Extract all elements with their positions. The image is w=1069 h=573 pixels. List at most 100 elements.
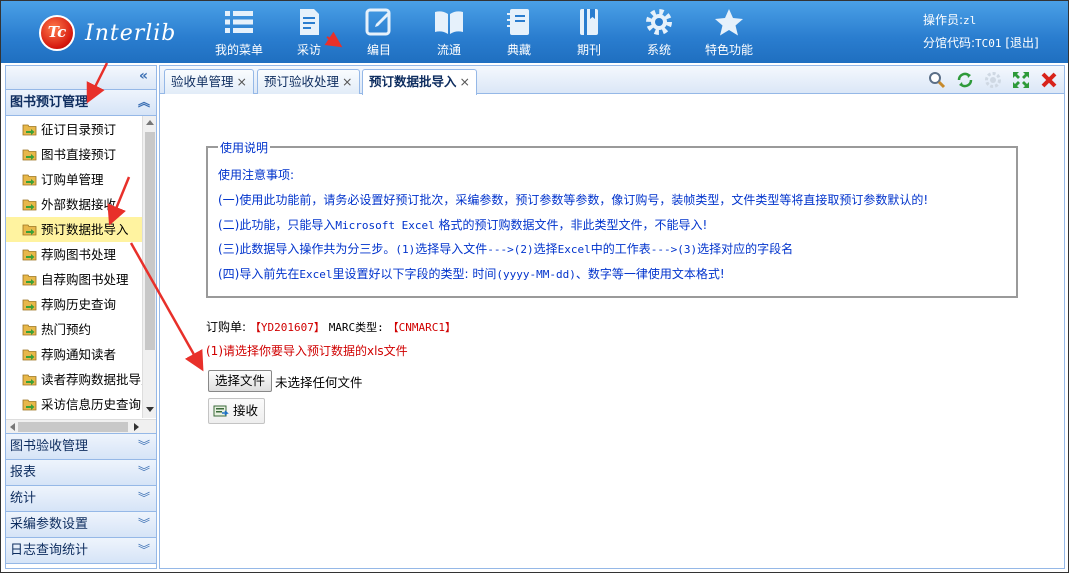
instructions-heading: 使用注意事项: (218, 168, 295, 182)
sidebar-menu-item[interactable]: 自荐购图书处理 (6, 267, 156, 292)
sidebar-menu-item[interactable]: 荐购历史查询 (6, 292, 156, 317)
nav-label: 采访 (296, 43, 321, 57)
folder-arrow-icon (22, 349, 37, 361)
instruction-1: (一)使用此功能前，请务必设置好预订批次，采编参数，预订参数等参数，像订购号，装… (218, 193, 929, 207)
panel-title: 采编参数设置 (10, 517, 89, 532)
instruction-2: (二)此功能，只能导入Microsoft Excel 格式的预订购数据文件，非此… (218, 218, 708, 232)
vertical-scrollbar[interactable] (142, 116, 156, 418)
nav-special-features[interactable]: 特色功能 (699, 7, 759, 61)
sidebar-menu-label: 采访信息历史查询 (41, 397, 142, 412)
tab-preorder-acceptance[interactable]: 预订验收处理 × (257, 69, 360, 94)
scrollbar-thumb[interactable] (18, 422, 128, 432)
tab-close-icon[interactable]: × (460, 74, 470, 89)
choose-file-button[interactable]: 选择文件 (208, 370, 273, 392)
nav-label: 我的菜单 (214, 43, 263, 57)
sidebar-menu-item[interactable]: 订购单管理 (6, 167, 156, 192)
folder-arrow-icon (22, 124, 37, 136)
sidebar-menu-item[interactable]: 荐购通知读者 (6, 342, 156, 367)
tab-label: 预订数据批导入 (369, 74, 457, 89)
folder-arrow-icon (22, 399, 37, 411)
instructions-box: 使用说明 使用注意事项: (一)使用此功能前，请务必设置好预订批次，采编参数，预… (206, 139, 1018, 298)
sidebar-menu-label: 外部数据接收 (41, 197, 117, 212)
folder-arrow-icon (22, 174, 37, 186)
maximize-icon[interactable] (1012, 71, 1030, 89)
app-header: Tc Interlib 我的菜单 采访 编目 流通 典藏 期刊 系统 特色功能 … (1, 1, 1068, 63)
file-picker: 选择文件 未选择任何文件 (208, 370, 363, 392)
panel-book-preorder-management[interactable]: 图书预订管理 ︽ (6, 90, 156, 116)
search-icon[interactable] (928, 71, 946, 89)
nav-holdings[interactable]: 典藏 (489, 7, 549, 61)
edit-icon (365, 8, 391, 36)
branch-label: 分馆代码: (923, 36, 976, 50)
panel-title: 报表 (10, 465, 37, 480)
folder-arrow-icon (22, 224, 37, 236)
sidebar-menu-label: 读者荐购数据批导入 (41, 372, 154, 387)
chevron-down-icon: ︾ (137, 465, 150, 479)
panel-title: 统计 (10, 491, 37, 506)
file-status: 未选择任何文件 (275, 374, 363, 390)
sidebar-menu-item[interactable]: 荐购图书处理 (6, 242, 156, 267)
receive-icon (213, 405, 229, 417)
panel-title: 图书验收管理 (10, 439, 89, 454)
sidebar-menu-item[interactable]: 采访信息历史查询 (6, 392, 156, 417)
nav-circulation[interactable]: 流通 (419, 7, 479, 61)
chevron-down-icon: ︾ (137, 517, 150, 531)
nav-my-menu[interactable]: 我的菜单 (209, 7, 269, 61)
sidebar-menu-label: 预订数据批导入 (41, 222, 129, 237)
scroll-up-icon (146, 120, 154, 125)
tab-close-icon[interactable]: × (237, 74, 247, 89)
document-icon (300, 9, 319, 35)
user-info: 操作员:zl 分馆代码:TC01 [退出] (923, 9, 1039, 55)
instruction-3: (三)此数据导入操作共为分三步。(1)选择导入文件--->(2)选择Excel中… (218, 242, 794, 256)
nav-cataloging[interactable]: 编目 (349, 7, 409, 61)
settings-icon[interactable] (984, 71, 1002, 89)
receive-button[interactable]: 接收 (208, 398, 266, 424)
sidebar-panel[interactable]: 图书验收管理 ︾ (6, 434, 156, 460)
sidebar-panel[interactable]: 日志查询统计 ︾ (6, 538, 156, 564)
sidebar-menu-item[interactable]: 图书直接预订 (6, 142, 156, 167)
sidebar-menu-item[interactable]: 热门预约 (6, 317, 156, 342)
order-value: 【YD201607】 (249, 321, 325, 334)
tab-acceptance-order-management[interactable]: 验收单管理 × (164, 69, 254, 94)
horizontal-scrollbar[interactable] (6, 419, 156, 433)
logout-link[interactable]: [退出] (1005, 36, 1038, 50)
sidebar-panel[interactable]: 统计 ︾ (6, 486, 156, 512)
scrollbar-thumb[interactable] (145, 132, 155, 350)
logo-icon: Tc (39, 15, 75, 51)
collapse-sidebar-button[interactable]: « (139, 68, 148, 84)
sidebar: « 图书预订管理 ︽ 征订目录预订图书直接预订 订购单管理外部数据接收 预订数据批导… (5, 65, 157, 569)
nav-system[interactable]: 系统 (629, 7, 689, 61)
refresh-icon[interactable] (956, 71, 974, 89)
chevron-down-icon: ︾ (137, 439, 150, 453)
sidebar-menu-label: 征订目录预订 (41, 122, 117, 137)
list-icon (225, 11, 253, 33)
sidebar-menu-item[interactable]: 读者荐购数据批导入 (6, 367, 156, 392)
tab-close-icon[interactable]: × (342, 74, 352, 89)
scroll-left-icon (10, 423, 15, 431)
scroll-down-icon (146, 407, 154, 412)
app-name: Interlib (85, 21, 177, 46)
step-1-prompt: (1)请选择你要导入预订数据的xls文件 (206, 344, 408, 358)
sidebar-menu-item[interactable]: 征订目录预订 (6, 117, 156, 142)
gear-icon (646, 9, 672, 35)
folder-arrow-icon (22, 274, 37, 286)
chevron-up-icon: ︽ (137, 95, 150, 109)
tab-preorder-batch-import[interactable]: 预订数据批导入 × (362, 69, 477, 95)
folder-arrow-icon (22, 149, 37, 161)
close-icon[interactable] (1040, 71, 1058, 89)
panel-title: 图书预订管理 (10, 95, 89, 110)
order-label: 订购单: (206, 320, 247, 334)
nav-label: 系统 (646, 43, 671, 57)
star-icon (715, 9, 743, 36)
nav-label: 编目 (366, 43, 391, 57)
nav-acquisition[interactable]: 采访 (279, 7, 339, 61)
folder-arrow-icon (22, 324, 37, 336)
sidebar-panel[interactable]: 采编参数设置 ︾ (6, 512, 156, 538)
sidebar-panel[interactable]: 报表 ︾ (6, 460, 156, 486)
nav-journals[interactable]: 期刊 (559, 7, 619, 61)
operator-value: zl (963, 14, 977, 27)
chevron-down-icon: ︾ (137, 543, 150, 557)
sidebar-menu-item[interactable]: 外部数据接收 (6, 192, 156, 217)
sidebar-menu-item[interactable]: 预订数据批导入 (6, 217, 156, 242)
branch-value: TC01 (975, 37, 1002, 50)
